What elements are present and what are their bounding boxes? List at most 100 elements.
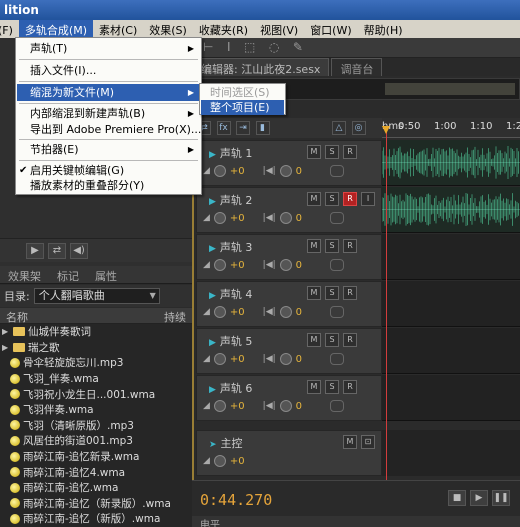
list-item[interactable]: 雨碎江南-追忆（新版）.wma <box>0 511 192 527</box>
stop-icon[interactable]: ■ <box>448 490 466 506</box>
menu-item-mixdown-new-file[interactable]: 缩混为新文件(M) ▶ <box>17 84 200 101</box>
track-name[interactable]: 声轨 5 <box>220 335 253 348</box>
track-lane-6[interactable] <box>382 375 520 421</box>
list-item[interactable]: 雨碎江南-追忆新录.wma <box>0 449 192 465</box>
track-name[interactable]: 声轨 1 <box>220 147 253 160</box>
track-header-6[interactable]: ▶ 声轨 6 MSR ◢ +0 |◀| 0 <box>196 375 382 421</box>
metronome-icon[interactable]: △ <box>332 121 346 135</box>
track-expand-icon[interactable]: ▶ <box>209 385 216 395</box>
pan-knob[interactable] <box>279 400 292 412</box>
volume-knob[interactable] <box>213 455 226 467</box>
list-item[interactable]: 雨碎江南-追忆4.wma <box>0 464 192 480</box>
submenu-item-entire-session[interactable]: 整个项目(E) <box>201 100 284 115</box>
record-button[interactable]: R <box>343 286 357 300</box>
time-ruler[interactable]: hms 0:50 1:00 1:10 1:2 <box>382 118 520 138</box>
master-volume-value[interactable]: +0 <box>230 456 245 467</box>
menu-item-export-premiere[interactable]: 导出到 Adobe Premiere Pro(X)... <box>17 121 201 138</box>
pan-value[interactable]: 0 <box>296 354 302 365</box>
record-button[interactable]: R <box>343 239 357 253</box>
solo-button[interactable]: S <box>325 333 339 347</box>
monitor-icon[interactable]: ◎ <box>351 121 366 135</box>
list-item[interactable]: 雨碎江南-追忆.wma <box>0 480 192 496</box>
lasso-icon[interactable]: ◌ <box>269 40 279 54</box>
submenu-item-time-selection[interactable]: 时间选区(S) <box>201 85 284 100</box>
io-icon[interactable] <box>330 259 345 271</box>
mute-button[interactable]: M <box>307 145 321 159</box>
tab-mixer[interactable]: 调音台 <box>331 58 383 76</box>
record-button[interactable]: R <box>343 333 357 347</box>
pan-value[interactable]: 0 <box>296 307 302 318</box>
menu-clip[interactable]: 素材(C) <box>93 20 143 38</box>
pan-value[interactable]: 0 <box>296 260 302 271</box>
playhead[interactable] <box>386 130 387 480</box>
volume-knob[interactable] <box>213 353 226 365</box>
pan-knob[interactable] <box>279 259 292 271</box>
waveform[interactable] <box>381 191 520 228</box>
menu-effects[interactable]: 效果(S) <box>143 20 193 38</box>
menu-multitrack[interactable]: 多轨合成(M) <box>18 20 93 38</box>
io-icon[interactable] <box>330 165 345 177</box>
track-lane-1[interactable] <box>381 140 520 186</box>
track-name[interactable]: 声轨 3 <box>220 241 253 254</box>
pan-value[interactable]: 0 <box>296 166 302 177</box>
pan-value[interactable]: 0 <box>296 213 302 224</box>
play-preview-icon[interactable]: ▶ <box>26 243 44 259</box>
record-button[interactable]: R <box>343 145 357 159</box>
track-lane-4[interactable] <box>382 281 520 327</box>
marquee-icon[interactable]: ⬚ <box>244 40 255 54</box>
pan-knob[interactable] <box>279 353 292 365</box>
pan-knob[interactable] <box>279 165 292 177</box>
track-header-1[interactable]: ▶ 声轨 1 MSR ◢ +0 |◀| 0 <box>196 140 382 186</box>
col-duration[interactable]: 持续 <box>164 309 186 324</box>
track-name[interactable]: 声轨 4 <box>220 288 253 301</box>
track-name[interactable]: 声轨 2 <box>220 194 253 207</box>
list-item[interactable]: 飞羽伴奏.wma <box>0 402 192 418</box>
folder-item[interactable]: ▶ 仙城伴奏歌词 <box>0 324 192 340</box>
mute-button[interactable]: M <box>307 286 321 300</box>
master-name[interactable]: 主控 <box>221 437 243 450</box>
volume-knob[interactable] <box>213 212 226 224</box>
mute-button[interactable]: M <box>307 239 321 253</box>
list-item[interactable]: 风居住的街道001.mp3 <box>0 433 192 449</box>
overview-selection[interactable] <box>385 83 515 95</box>
output-button[interactable]: ⊡ <box>361 435 375 449</box>
menu-item-play-overlap[interactable]: 播放素材的重叠部分(Y) <box>17 177 200 194</box>
menu-window[interactable]: 窗口(W) <box>304 20 357 38</box>
time-select-icon[interactable]: ⊢ <box>203 40 213 54</box>
menu-favorites[interactable]: 收藏夹(R) <box>193 20 254 38</box>
fx-icon[interactable]: fx <box>216 121 231 135</box>
track-expand-icon[interactable]: ▶ <box>209 291 216 301</box>
col-name[interactable]: 名称 <box>6 309 28 324</box>
list-item[interactable]: 飞羽祝小龙生日...001.wma <box>0 386 192 402</box>
solo-button[interactable]: S <box>325 380 339 394</box>
list-item[interactable]: 飞羽_伴奏.wma <box>0 371 192 387</box>
io-icon[interactable] <box>330 353 345 365</box>
solo-button[interactable]: S <box>325 145 339 159</box>
track-header-2[interactable]: ▶ 声轨 2 MSRI ◢ +0 |◀| 0 <box>196 187 382 233</box>
track-header-3[interactable]: ▶ 声轨 3 MSR ◢ +0 |◀| 0 <box>196 234 382 280</box>
eq-icon[interactable]: ▮ <box>255 121 270 135</box>
volume-value[interactable]: +0 <box>230 213 245 224</box>
track-lane-5[interactable] <box>382 328 520 374</box>
waveform[interactable] <box>381 144 520 181</box>
volume-knob[interactable] <box>213 306 226 318</box>
menu-item-metronome[interactable]: 节拍器(E) ▶ <box>17 141 200 158</box>
volume-value[interactable]: +0 <box>230 354 245 365</box>
sends-icon[interactable]: ⇥ <box>236 121 250 135</box>
tab-effects-rack[interactable]: 效果架 <box>0 266 49 283</box>
mute-button[interactable]: M <box>307 380 321 394</box>
pan-knob[interactable] <box>279 212 292 224</box>
track-expand-icon[interactable]: ▶ <box>209 244 216 254</box>
tab-editor[interactable]: 编辑器: 江山此夜2.sesx <box>192 58 330 76</box>
volume-knob[interactable] <box>213 165 226 177</box>
tab-properties[interactable]: 属性 <box>87 266 125 283</box>
record-button[interactable]: R <box>343 192 357 206</box>
cursor-icon[interactable]: Ⅰ <box>227 40 231 54</box>
volume-value[interactable]: +0 <box>230 307 245 318</box>
track-expand-icon[interactable]: ▶ <box>209 197 216 207</box>
track-header-5[interactable]: ▶ 声轨 5 MSR ◢ +0 |◀| 0 <box>196 328 382 374</box>
track-name[interactable]: 声轨 6 <box>220 382 253 395</box>
io-icon[interactable] <box>330 212 345 224</box>
volume-knob[interactable] <box>213 400 226 412</box>
loop-icon[interactable]: ⇄ <box>48 243 66 259</box>
